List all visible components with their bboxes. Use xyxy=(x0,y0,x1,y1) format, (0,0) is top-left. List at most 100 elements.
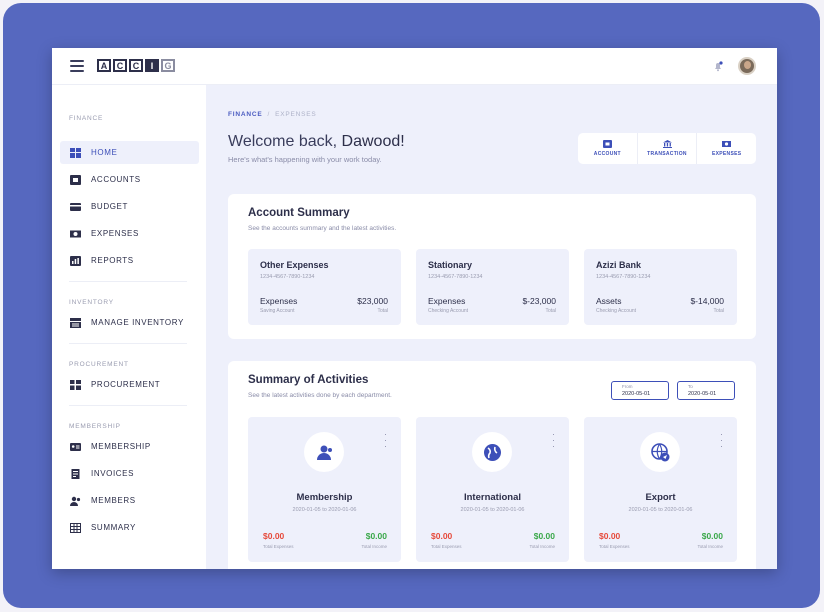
sidebar-item-home[interactable]: HOME xyxy=(60,141,199,164)
breadcrumb: FINANCE / EXPENSES xyxy=(228,111,317,118)
sidebar-item-label: BUDGET xyxy=(91,202,128,211)
quick-actions: ACCOUNT TRANSACTION EXPENSES xyxy=(578,133,756,164)
globe-icon xyxy=(483,443,501,461)
cash-icon xyxy=(722,141,732,147)
breadcrumb-separator: / xyxy=(267,111,271,118)
account-type: Saving Account xyxy=(260,308,295,314)
blocks-icon xyxy=(70,379,81,390)
total-expenses-label: Total Expenses xyxy=(263,544,294,549)
avatar[interactable] xyxy=(738,57,756,75)
account-number: 1234-4567-7890-1234 xyxy=(428,274,483,280)
total-income-label: Total Income xyxy=(361,544,387,549)
total-expenses-value: $0.00 xyxy=(599,531,621,541)
account-tile[interactable]: Azizi Bank 1234-4567-7890-1234 Assets Ch… xyxy=(584,249,737,325)
sidebar-item-label: SUMMARY xyxy=(91,523,136,532)
sidebar-item-label: MEMBERS xyxy=(91,496,136,505)
to-date-field[interactable]: To 2020-05-01 xyxy=(677,381,735,400)
chart-icon xyxy=(70,255,81,266)
more-options-icon[interactable]: · · · xyxy=(552,430,555,451)
account-name: Azizi Bank xyxy=(596,260,642,270)
activities-title: Summary of Activities xyxy=(248,374,369,386)
invoice-icon xyxy=(71,468,80,479)
total-expenses-value: $0.00 xyxy=(263,531,285,541)
table-icon xyxy=(70,522,81,533)
account-amount: $23,000 xyxy=(357,296,388,306)
hamburger-menu-icon[interactable] xyxy=(70,60,84,72)
bell-icon[interactable] xyxy=(712,60,724,72)
sidebar-item-manage-inventory[interactable]: MANAGE INVENTORY xyxy=(60,311,199,334)
sidebar-item-reports[interactable]: REPORTS xyxy=(60,249,199,272)
wallet-icon xyxy=(70,174,81,185)
quick-action-label: EXPENSES xyxy=(712,151,742,157)
activity-icon-wrapper xyxy=(472,432,512,472)
sidebar-item-members[interactable]: MEMBERS xyxy=(60,489,199,512)
account-category: Expenses xyxy=(428,296,466,306)
logo-letter: G xyxy=(161,59,175,72)
more-options-icon[interactable]: · · · xyxy=(720,430,723,451)
activity-icon-wrapper xyxy=(640,432,680,472)
activity-card-international[interactable]: · · · International 2020-01-05 to 2020-01-… xyxy=(416,417,569,562)
activity-name: International xyxy=(463,492,521,503)
welcome-prefix: Welcome back, xyxy=(228,133,342,150)
logo-letter: A xyxy=(97,59,111,72)
user-name: Dawood! xyxy=(341,133,405,150)
activity-date-range: 2020-01-05 to 2020-01-06 xyxy=(460,507,525,513)
section-label-membership: MEMBERSHIP xyxy=(69,423,121,430)
expenses-button[interactable]: EXPENSES xyxy=(697,133,756,164)
activity-name: Export xyxy=(645,492,676,503)
breadcrumb-current: EXPENSES xyxy=(275,111,317,118)
warehouse-icon xyxy=(70,317,81,328)
account-category: Assets xyxy=(596,296,622,306)
sidebar-item-label: ACCOUNTS xyxy=(91,175,141,184)
members-icon xyxy=(70,496,81,506)
logo-letter: I xyxy=(145,59,159,72)
sidebar-item-invoices[interactable]: INVOICES xyxy=(60,462,199,485)
account-tile[interactable]: Other Expenses 1234-4567-7890-1234 Expen… xyxy=(248,249,401,325)
activity-card-membership[interactable]: · · · Membership 2020-01-05 to 2020-01-06 … xyxy=(248,417,401,562)
activity-name: Membership xyxy=(296,492,353,503)
sidebar-item-accounts[interactable]: ACCOUNTS xyxy=(60,168,199,191)
page-title: Welcome back, Dawood! xyxy=(228,133,405,151)
account-total-label: Total xyxy=(713,308,724,314)
sidebar-item-summary[interactable]: SUMMARY xyxy=(60,516,199,539)
globe-send-icon xyxy=(650,442,669,461)
more-options-icon[interactable]: · · · xyxy=(384,430,387,451)
main-content: FINANCE / EXPENSES Welcome back, Dawood! H… xyxy=(206,85,777,569)
breadcrumb-root[interactable]: FINANCE xyxy=(228,111,263,118)
sidebar-item-procurement[interactable]: PROCUREMENT xyxy=(60,373,199,396)
to-date-value: 2020-05-01 xyxy=(688,391,717,397)
logo-letter: C xyxy=(113,59,127,72)
background-frame: A C C I G FINANCE HOME ACCOUNTS BUDGET E… xyxy=(3,3,820,608)
from-date-field[interactable]: From 2020-05-01 xyxy=(611,381,669,400)
sidebar-item-budget[interactable]: BUDGET xyxy=(60,195,199,218)
account-button[interactable]: ACCOUNT xyxy=(578,133,638,164)
wallet-icon xyxy=(602,140,612,148)
divider xyxy=(69,281,187,282)
id-card-icon xyxy=(70,442,81,451)
sidebar-item-expenses[interactable]: EXPENSES xyxy=(60,222,199,245)
sidebar-item-label: INVOICES xyxy=(91,469,135,478)
account-amount: $-23,000 xyxy=(522,296,556,306)
to-date-label: To xyxy=(688,384,693,389)
sidebar-item-membership[interactable]: MEMBERSHIP xyxy=(60,435,199,458)
logo[interactable]: A C C I G xyxy=(97,59,175,73)
account-name: Stationary xyxy=(428,260,473,270)
grid-icon xyxy=(70,147,81,158)
activity-card-export[interactable]: · · · Export 2020-01-05 to 2020-01-06 $0.0… xyxy=(584,417,737,562)
bank-icon xyxy=(662,140,672,148)
sidebar: FINANCE HOME ACCOUNTS BUDGET EXPENSES RE… xyxy=(52,85,206,569)
from-date-label: From xyxy=(622,384,633,389)
transaction-button[interactable]: TRANSACTION xyxy=(638,133,698,164)
account-tile[interactable]: Stationary 1234-4567-7890-1234 Expenses … xyxy=(416,249,569,325)
sidebar-item-label: MANAGE INVENTORY xyxy=(91,318,184,327)
from-date-value: 2020-05-01 xyxy=(622,391,651,397)
account-summary-subtitle: See the accounts summary and the latest … xyxy=(248,225,397,232)
cash-icon xyxy=(70,230,81,237)
total-income-label: Total Income xyxy=(697,544,723,549)
page-subtitle: Here's what's happening with your work t… xyxy=(228,155,382,164)
sidebar-item-label: EXPENSES xyxy=(91,229,139,238)
total-income-value: $0.00 xyxy=(701,531,723,541)
activity-icon-wrapper xyxy=(304,432,344,472)
account-total-label: Total xyxy=(377,308,388,314)
account-total-label: Total xyxy=(545,308,556,314)
